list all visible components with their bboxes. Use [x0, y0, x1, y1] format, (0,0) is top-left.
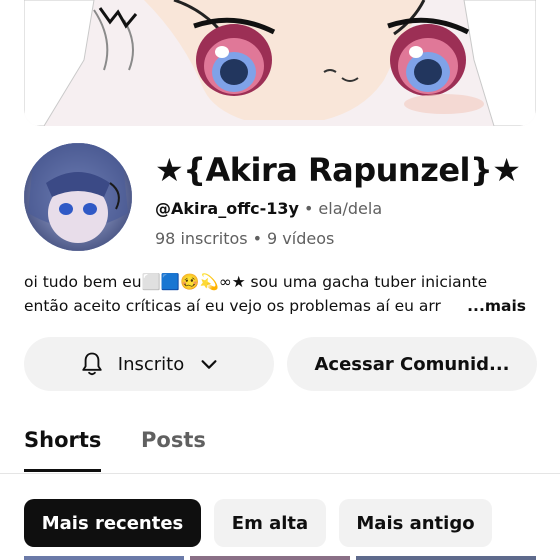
- channel-name: ★{Akira Rapunzel}★: [155, 151, 521, 189]
- subscriber-count: 98 inscritos: [155, 229, 248, 248]
- channel-pronouns: ela/dela: [318, 199, 383, 218]
- filter-chip-trending[interactable]: Em alta: [214, 499, 326, 547]
- video-count: 9 vídeos: [267, 229, 335, 248]
- description-line-1: oi tudo bem eu⬜🟦🥴💫∞★ sou uma gacha tuber…: [24, 273, 488, 291]
- channel-tabs: Shorts Posts: [0, 406, 560, 474]
- channel-description[interactable]: oi tudo bem eu⬜🟦🥴💫∞★ sou uma gacha tuber…: [24, 270, 536, 318]
- banner-artwork: [24, 0, 536, 126]
- channel-stats: 98 inscritos • 9 vídeos: [155, 229, 334, 248]
- avatar-artwork: [24, 143, 132, 251]
- separator-dot: •: [252, 229, 263, 248]
- community-label: Acessar Comunid...: [314, 353, 510, 375]
- channel-handle-row: @Akira_offc-13y • ela/dela: [155, 199, 382, 218]
- tab-posts[interactable]: Posts: [141, 428, 206, 452]
- filter-chip-oldest[interactable]: Mais antigo: [339, 499, 492, 547]
- subscribed-button[interactable]: Inscrito: [24, 337, 274, 391]
- tab-shorts[interactable]: Shorts: [24, 428, 101, 452]
- more-link[interactable]: ...mais: [445, 294, 526, 318]
- channel-avatar[interactable]: [24, 143, 132, 251]
- bell-icon: [82, 352, 102, 376]
- shorts-thumbnails-peek: [0, 556, 560, 560]
- description-line-2: então aceito críticas aí eu vejo os prob…: [24, 294, 536, 318]
- channel-handle: @Akira_offc-13y: [155, 199, 299, 218]
- separator-dot: •: [303, 199, 314, 218]
- active-tab-indicator: [24, 469, 101, 472]
- chevron-down-icon: [201, 360, 217, 369]
- community-button[interactable]: Acessar Comunid...: [287, 337, 537, 391]
- filter-chip-recent[interactable]: Mais recentes: [24, 499, 201, 547]
- description-line-2-text: então aceito críticas aí eu vejo os prob…: [24, 297, 441, 315]
- channel-banner: [24, 0, 536, 126]
- subscribed-label: Inscrito: [117, 353, 185, 375]
